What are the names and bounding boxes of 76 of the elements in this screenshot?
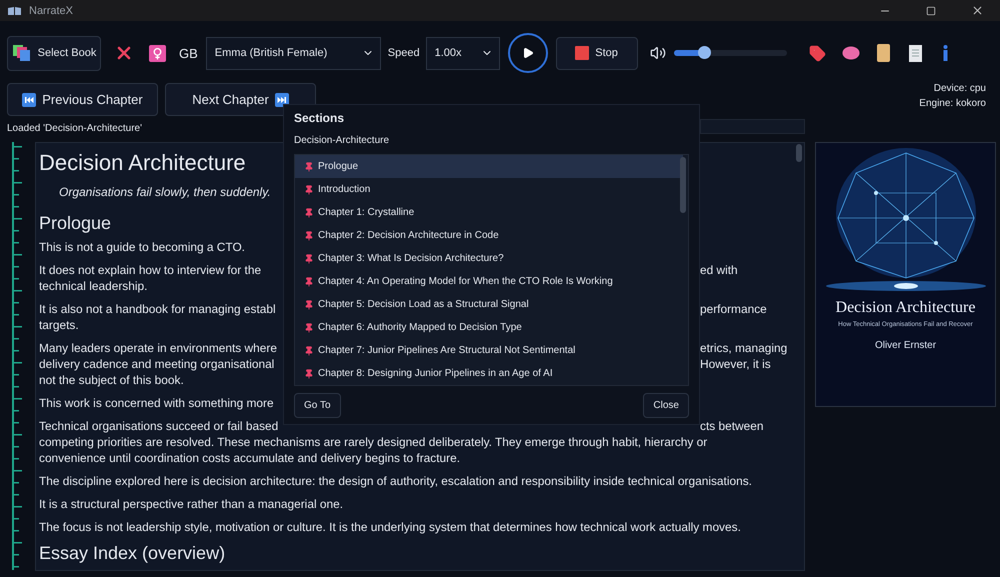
pin-icon (304, 346, 314, 356)
pin-icon (304, 230, 314, 240)
books-icon (12, 44, 32, 62)
skip-forward-icon (274, 92, 289, 106)
window-title: NarrateX (29, 4, 74, 16)
paragraph-text: It is also not a handbook for managing establ (39, 301, 276, 317)
voice-select[interactable]: Emma (British Female) (206, 36, 381, 70)
go-to-button[interactable]: Go To (294, 393, 340, 418)
document-title: Decision Architecture (39, 149, 246, 177)
tag-icon[interactable] (808, 44, 826, 62)
paragraph-text: competing priorities are resolved. These mechanisms are rarely designed deliberately. They emerge through habit, hierarchy or (39, 434, 708, 450)
language-label: GB (179, 46, 198, 60)
document-icon[interactable] (908, 44, 922, 62)
paragraph-text: The focus is not leadership style, motivation or culture. It is the underlying system that determines how technical work actually moves. (39, 519, 741, 535)
speed-label: Speed (388, 47, 420, 59)
section-item[interactable]: Chapter 5: Decision Load as a Structural Signal (295, 293, 683, 316)
section-item[interactable]: Chapter 4: An Operating Model for When the CTO Role Is Working (295, 270, 683, 293)
pin-icon (304, 368, 314, 378)
paragraph-text: This work is concerned with something more (39, 395, 274, 411)
paragraph-text: It is a structural perspective rather than a managerial one. (39, 496, 344, 512)
previous-chapter-button[interactable]: Previous Chapter (7, 83, 158, 116)
play-button[interactable] (508, 33, 548, 73)
stop-button[interactable]: Stop (556, 36, 638, 70)
book-name: Decision-Architecture (294, 135, 390, 146)
cover-title: Decision Architecture (836, 299, 976, 317)
pin-icon (304, 208, 314, 218)
paragraph-text: The discipline explored here is decision architecture: the design of authority, escalation and responsibility inside technical organisations. (39, 473, 752, 489)
close-icon (970, 4, 984, 17)
document-epigraph: Organisations fail slowly, then suddenly. (59, 184, 271, 201)
close-dialog-button[interactable]: Close (643, 393, 689, 418)
section-heading: Essay Index (overview) (39, 542, 226, 564)
stop-icon (575, 46, 590, 60)
paragraph-text: However, it is (700, 356, 771, 372)
pin-icon (304, 276, 314, 286)
paragraph-text: Technical organisations succeed or fail based (39, 418, 278, 434)
pin-icon (304, 254, 314, 264)
section-item[interactable]: Chapter 7: Junior Pipelines Are Structural Not Sentimental (295, 339, 683, 362)
paragraph-text: It does not explain how to interview for the (39, 262, 262, 278)
section-item[interactable]: Introduction (295, 178, 683, 201)
paragraph-text: technical leadership. (39, 278, 148, 294)
scrollbar-thumb[interactable] (680, 157, 686, 213)
paragraph-text: cts between (700, 418, 764, 434)
section-heading: Prologue (39, 212, 112, 234)
paragraph-text: This is not a guide to becoming a CTO. (39, 239, 245, 255)
paragraph-text: delivery cadence and meeting organisational (39, 356, 274, 372)
pin-icon (304, 162, 314, 172)
info-icon[interactable] (942, 45, 948, 61)
section-item[interactable]: Chapter 2: Decision Architecture in Code (295, 224, 683, 247)
paragraph-text: performance (700, 301, 767, 317)
section-item[interactable]: Chapter 8: Designing Junior Pipelines in an Age of AI (295, 362, 683, 385)
paragraph-text: ed with (700, 262, 738, 278)
paragraph-text: convenience until coordination costs accumulate and delivery begins to fracture. (39, 450, 460, 466)
status-text: Loaded 'Decision-Architecture' (7, 123, 142, 134)
section-item[interactable]: Chapter 6: Authority Mapped to Decision Type (295, 316, 683, 339)
play-icon (522, 47, 534, 59)
app-icon (8, 6, 21, 16)
pin-icon (304, 322, 314, 332)
select-book-button[interactable]: Select Book (7, 36, 101, 70)
maximize-icon (926, 6, 936, 16)
pin-icon (304, 184, 314, 194)
paragraph-text: Many leaders operate in environments where (39, 340, 277, 356)
paragraph-text: etrics, managing (700, 340, 788, 356)
speed-select[interactable]: 1.00x (426, 36, 500, 70)
section-item[interactable]: Prologue (295, 155, 683, 178)
paragraph-text: targets. (39, 317, 79, 333)
engine-info-text: Engine: kokoro (919, 98, 986, 109)
engine-info-text: Device: cpu (934, 83, 986, 94)
paragraph-text: not the subject of this book. (39, 372, 184, 388)
section-item[interactable]: Chapter 1: Crystalline (295, 201, 683, 224)
volume-icon[interactable] (650, 45, 666, 61)
pin-icon (304, 300, 314, 310)
cover-author: Oliver Ernster (874, 340, 936, 351)
section-item[interactable]: Chapter 3: What Is Decision Architecture? (295, 247, 683, 270)
scrollbar-thumb[interactable] (796, 144, 802, 162)
skip-back-icon (22, 92, 36, 106)
female-voice-icon[interactable] (149, 44, 166, 62)
